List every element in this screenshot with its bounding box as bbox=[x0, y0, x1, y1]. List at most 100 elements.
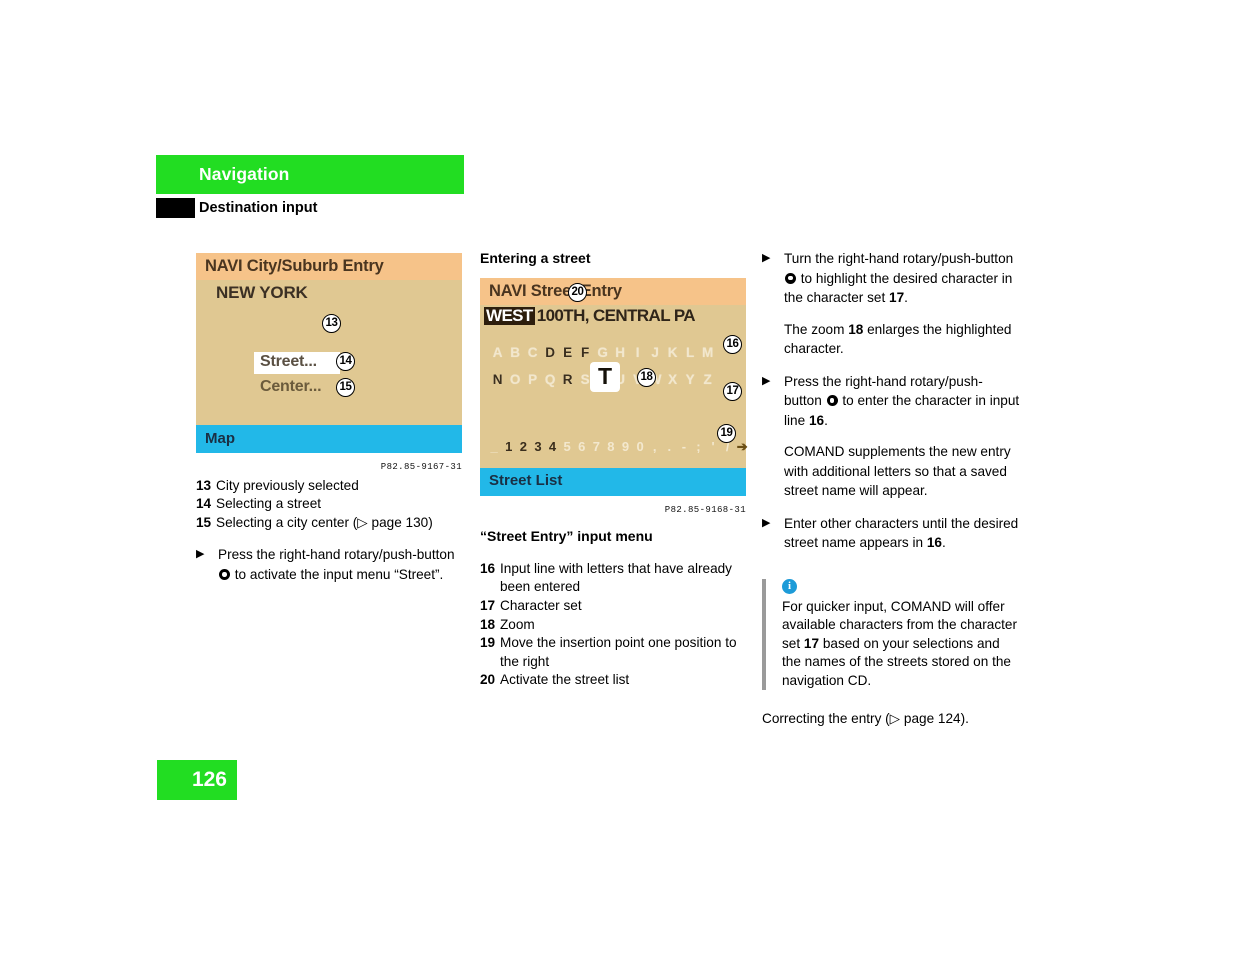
character-key--[interactable]: - bbox=[677, 438, 692, 457]
character-set-numbers-row[interactable]: _ 1 2 3 4 5 6 7 8 9 0,. -; ' / ➔ bbox=[487, 438, 750, 457]
character-key-7[interactable]: 7 bbox=[589, 438, 604, 457]
screen-body: WEST 100TH, CENTRAL PA ABCDEFGHIJKLM NOP… bbox=[480, 304, 748, 468]
character-key-6[interactable]: 6 bbox=[575, 438, 590, 457]
section-marker bbox=[156, 198, 195, 218]
character-key-Q[interactable]: Q bbox=[542, 371, 560, 390]
instruction-turn-to-highlight: ▶ Turn the right-hand rotary/push-button… bbox=[762, 249, 1020, 308]
character-key-F[interactable]: F bbox=[577, 344, 595, 363]
character-key-_[interactable]: _ bbox=[487, 438, 502, 457]
character-key-N[interactable]: N bbox=[489, 371, 507, 390]
instruction-text-part3: . bbox=[904, 290, 908, 305]
reference-number-16: 16 bbox=[808, 412, 825, 428]
legend-item: 20 Activate the street list bbox=[480, 671, 748, 690]
legend-item-text: Zoom bbox=[500, 616, 535, 632]
character-key-'[interactable]: ' bbox=[706, 438, 721, 457]
legend-item-number: 16 bbox=[480, 560, 496, 576]
input-line-selected-text: WEST bbox=[484, 305, 535, 326]
legend-item-number: 19 bbox=[480, 635, 496, 651]
legend-item: 14 Selecting a street bbox=[196, 495, 464, 514]
character-key-J[interactable]: J bbox=[647, 344, 665, 363]
instruction-text-part2: to activate the input menu “Street”. bbox=[231, 566, 444, 582]
section-title: Destination input bbox=[199, 200, 318, 216]
character-key-3[interactable]: 3 bbox=[531, 438, 546, 457]
comand-screen-city-suburb-entry: NAVI City/Suburb Entry NEW YORK Street..… bbox=[196, 253, 462, 453]
legend-list-middle: 16 Input line with letters that have alre… bbox=[480, 560, 748, 690]
instruction-text-part2: . bbox=[941, 535, 946, 550]
screen-footer-street-list[interactable]: Street List 20 bbox=[480, 282, 746, 496]
character-key-G[interactable]: G bbox=[594, 344, 612, 363]
character-key-Z[interactable]: Z bbox=[699, 371, 717, 390]
character-key-5[interactable]: 5 bbox=[560, 438, 575, 457]
character-key-L[interactable]: L bbox=[682, 344, 700, 363]
character-key-.[interactable]: . bbox=[662, 438, 677, 457]
note-text-part1: The zoom bbox=[784, 321, 849, 337]
character-key-2[interactable]: 2 bbox=[516, 438, 531, 457]
character-key-O[interactable]: O bbox=[507, 371, 525, 390]
character-key-M[interactable]: M bbox=[699, 344, 717, 363]
note-content: i For quicker input, COMAND will offer a… bbox=[782, 578, 1020, 691]
selected-city-value: NEW YORK bbox=[216, 283, 308, 302]
left-column: NAVI City/Suburb Entry NEW YORK Street..… bbox=[196, 253, 464, 584]
character-key-➔[interactable]: ➔ bbox=[735, 438, 750, 457]
screen-title: NAVI Street Entry bbox=[489, 281, 622, 300]
menu-item-street[interactable]: Street... bbox=[254, 352, 340, 374]
legend-item-number: 15 bbox=[196, 514, 212, 530]
legend-item-number: 13 bbox=[196, 477, 212, 493]
rotary-push-button-icon bbox=[785, 272, 796, 284]
character-key-;[interactable]: ; bbox=[691, 438, 706, 457]
character-set-row-1[interactable]: ABCDEFGHIJKLM bbox=[489, 344, 717, 363]
page-header: Navigation Destination input bbox=[156, 155, 464, 220]
callout-14: 14 bbox=[336, 352, 355, 371]
character-key-R[interactable]: R bbox=[559, 371, 577, 390]
character-key-P[interactable]: P bbox=[524, 371, 542, 390]
screen-body: NEW YORK Street... Center... 13 14 15 bbox=[196, 280, 462, 425]
character-key-1[interactable]: 1 bbox=[502, 438, 517, 457]
info-icon: i bbox=[782, 578, 797, 594]
rotary-push-button-icon bbox=[826, 395, 838, 406]
chapter-title: Navigation bbox=[199, 164, 290, 184]
character-key-4[interactable]: 4 bbox=[545, 438, 560, 457]
character-key-8[interactable]: 8 bbox=[604, 438, 619, 457]
reference-number-17: 17 bbox=[803, 635, 820, 651]
input-line[interactable]: WEST 100TH, CENTRAL PA bbox=[484, 305, 696, 326]
note-side-bar bbox=[762, 578, 766, 691]
character-key-B[interactable]: B bbox=[507, 344, 525, 363]
bullet-arrow-icon: ▶ bbox=[196, 548, 205, 561]
character-key-E[interactable]: E bbox=[559, 344, 577, 363]
instruction-text: Turn the right-hand rotary/push-button t… bbox=[784, 249, 1020, 308]
character-key-C[interactable]: C bbox=[524, 344, 542, 363]
legend-item: 19 Move the insertion point one position … bbox=[480, 634, 748, 671]
character-key-,[interactable]: , bbox=[648, 438, 663, 457]
callout-20: 20 bbox=[568, 282, 587, 302]
character-key-D[interactable]: D bbox=[542, 344, 560, 363]
instruction-press-to-enter: ▶ Press the right-hand rotary/push-butto… bbox=[762, 372, 1020, 431]
legend-item: 13 City previously selected bbox=[196, 477, 464, 496]
character-key-K[interactable]: K bbox=[664, 344, 682, 363]
character-key-H[interactable]: H bbox=[612, 344, 630, 363]
character-key-I[interactable]: I bbox=[629, 344, 647, 363]
callout-18: 18 bbox=[637, 367, 656, 387]
subheading-entering-a-street: Entering a street bbox=[480, 250, 591, 266]
character-key-X[interactable]: X bbox=[664, 371, 682, 390]
section-row: Destination input bbox=[156, 196, 464, 220]
legend-item-text: City previously selected bbox=[216, 477, 359, 493]
figure-caption-street-entry-menu: “Street Entry” input menu bbox=[480, 528, 653, 545]
character-key-0[interactable]: 0 bbox=[633, 438, 648, 457]
legend-item: 16 Input line with letters that have alre… bbox=[480, 560, 748, 597]
legend-item-text: Input line with letters that have alread… bbox=[500, 560, 732, 595]
callout-15: 15 bbox=[336, 378, 355, 397]
character-key-A[interactable]: A bbox=[489, 344, 507, 363]
legend-item: 15 Selecting a city center (▷ page 130) bbox=[196, 514, 464, 533]
legend-item-text: Selecting a street bbox=[216, 496, 322, 512]
legend-item-number: 20 bbox=[480, 672, 496, 688]
character-key-9[interactable]: 9 bbox=[618, 438, 633, 457]
legend-item-number: 18 bbox=[480, 616, 496, 632]
screen-footer-map[interactable]: Map bbox=[196, 425, 462, 453]
reference-number-16: 16 bbox=[926, 535, 942, 550]
character-key-Y[interactable]: Y bbox=[682, 371, 700, 390]
right-column: ▶ Turn the right-hand rotary/push-button… bbox=[762, 249, 1020, 729]
legend-item: 17 Character set bbox=[480, 597, 748, 616]
legend-item-text: Move the insertion point one position to… bbox=[500, 635, 737, 669]
menu-item-center[interactable]: Center... bbox=[260, 378, 322, 397]
callout-16: 16 bbox=[723, 334, 742, 354]
